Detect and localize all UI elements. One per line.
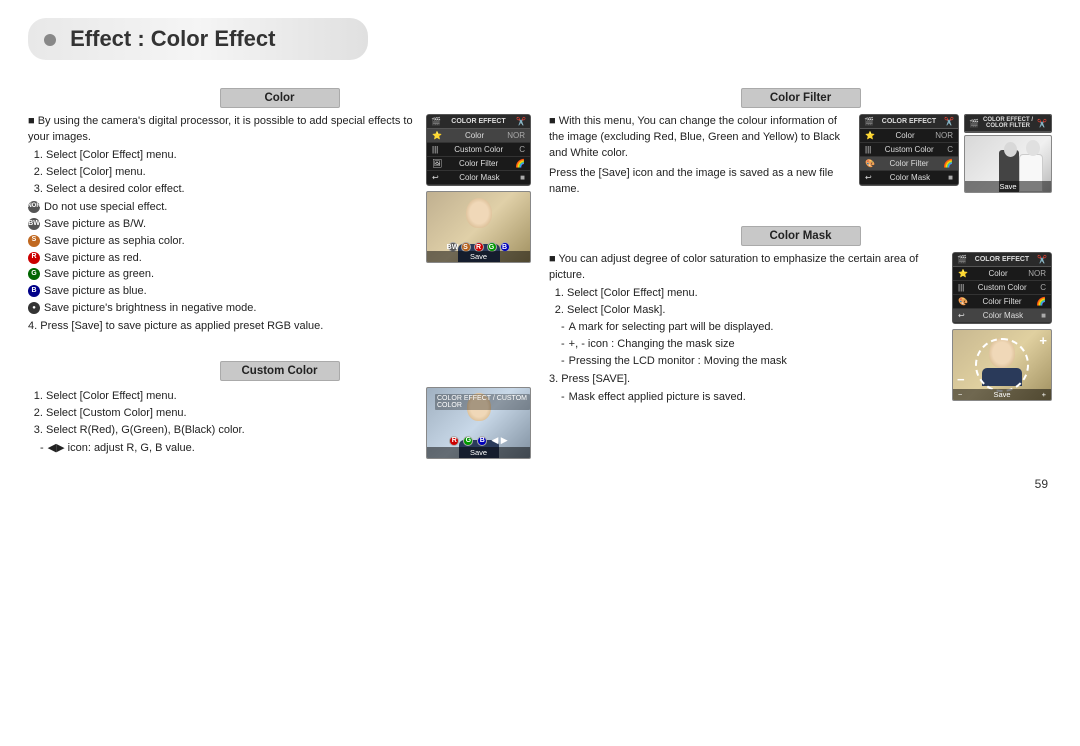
bw-badge-icon: BW — [28, 218, 40, 230]
cm-step3-dash-1: Mask effect applied picture is saved. — [561, 390, 944, 406]
color-filter-text: ■ With this menu, You can change the col… — [549, 114, 851, 200]
color-steps: Select [Color Effect] menu. Select [Colo… — [46, 148, 418, 198]
cm-menu-filter: 🎨Color Filter🌈 — [953, 295, 1051, 309]
cc-b-ctrl: B — [477, 436, 487, 446]
color-menu-row-color: ⭐ColorNOR — [427, 129, 530, 143]
neg-badge-icon: ● — [28, 302, 40, 314]
bullet-b: B Save picture as blue. — [28, 284, 418, 300]
color-step-1: Select [Color Effect] menu. — [46, 148, 418, 164]
color-menu-row-mask: ↩Color Mask■ — [427, 171, 530, 185]
color-menu-mockup: 🎬 COLOR EFFECT ✂️ ⭐ColorNOR |||Custom Co… — [426, 114, 531, 186]
cf-menu-custom: |||Custom ColorC — [860, 143, 958, 157]
bullet-bw: BW Save picture as B/W. — [28, 217, 418, 233]
cm-photo-bottom-bar: − Save + — [953, 389, 1051, 400]
cf-menu-color: ⭐ColorNOR — [860, 129, 958, 143]
nor-badge-icon: NOR — [28, 201, 40, 213]
cm-step3-dash: Mask effect applied picture is saved. — [561, 390, 944, 406]
cm-step-1: Select [Color Effect] menu. — [567, 286, 944, 302]
page-title: Effect : Color Effect — [28, 18, 1052, 74]
color-mask-header: Color Mask — [741, 226, 861, 246]
custom-step-1: Select [Color Effect] menu. — [46, 389, 418, 405]
custom-color-save-label: Save — [427, 447, 530, 458]
cf-menu-mask: ↩Color Mask■ — [860, 171, 958, 185]
cm-step-2: Select [Color Mask]. — [567, 303, 944, 319]
color-menu-header: 🎬 COLOR EFFECT ✂️ — [427, 115, 530, 129]
cm-menu-custom: |||Custom ColorC — [953, 281, 1051, 295]
custom-color-photo: COLOR EFFECT / CUSTOM COLOR R G B ◀ ▶ Sa… — [426, 387, 531, 459]
bullet-s: S Save picture as sephia color. — [28, 234, 418, 250]
color-mask-text: ■ You can adjust degree of color saturat… — [549, 252, 944, 407]
color-step4: 4. Press [Save] to save picture as appli… — [28, 319, 418, 335]
color-mask-menu1: 🎬 COLOR EFFECT ✂️ ⭐ColorNOR |||Custom Co… — [952, 252, 1052, 324]
cf-wedding-save: Save — [965, 181, 1051, 192]
mask-circle-icon — [975, 338, 1029, 392]
g-badge-icon: G — [28, 268, 40, 280]
cm-dash-3: Pressing the LCD monitor : Moving the ma… — [561, 354, 944, 370]
color-mask-steps: Select [Color Effect] menu. Select [Colo… — [567, 286, 944, 319]
r-badge-icon: R — [28, 252, 40, 264]
cm-dash-1: A mark for selecting part will be displa… — [561, 320, 944, 336]
color-photo-save: Save — [427, 251, 530, 262]
cm-menu-color: ⭐ColorNOR — [953, 267, 1051, 281]
color-step-2: Select [Color] menu. — [46, 165, 418, 181]
cm-dash-2: +, - icon : Changing the mask size — [561, 337, 944, 353]
bullet-nor: NOR Do not use special effect. — [28, 200, 418, 216]
cm-step3: 3. Press [SAVE]. — [549, 372, 944, 388]
custom-color-header: Custom Color — [220, 361, 340, 381]
cc-r-ctrl: R — [449, 436, 459, 446]
color-intro: ■ By using the camera's digital processo… — [28, 114, 418, 146]
custom-step-2: Select [Custom Color] menu. — [46, 406, 418, 422]
color-menu-row-filter: 🖼Color Filter🌈 — [427, 157, 530, 171]
custom-step-3: Select R(Red), G(Green), B(Black) color. — [46, 423, 418, 439]
mask-plus-icon: + — [1039, 334, 1047, 347]
s-badge-icon: S — [28, 235, 40, 247]
custom-color-steps: Select [Color Effect] menu. Select [Cust… — [46, 389, 418, 439]
color-filter-menu1: 🎬 COLOR EFFECT ✂️ ⭐ColorNOR |||Custom Co… — [859, 114, 959, 186]
cf-menu-filter: 🎨Color Filter🌈 — [860, 157, 958, 171]
custom-dash-1: ◀▶ icon: adjust R, G, B value. — [40, 441, 418, 457]
color-filter-menu2: 🎬 COLOR EFFECT / COLOR FILTER ✂️ — [964, 114, 1052, 133]
color-mask-photo: + − − Save + — [952, 329, 1052, 401]
color-filter-section: Color Filter ■ With this menu, You can c… — [549, 88, 1052, 200]
mask-minus-icon: − — [957, 373, 965, 386]
color-mask-intro: ■ You can adjust degree of color saturat… — [549, 252, 944, 284]
b-badge-icon: B — [28, 285, 40, 297]
cm-menu-mask: ↩Color Mask■ — [953, 309, 1051, 323]
color-filter-header: Color Filter — [741, 88, 861, 108]
bullet-g: G Save picture as green. — [28, 267, 418, 283]
color-step-3: Select a desired color effect. — [46, 182, 418, 198]
color-bullets: NOR Do not use special effect. BW Save p… — [28, 200, 418, 318]
color-mask-section: Color Mask ■ You can adjust degree of co… — [549, 226, 1052, 407]
cc-g-ctrl: G — [463, 436, 473, 446]
bullet-r: R Save picture as red. — [28, 251, 418, 267]
custom-color-section: Custom Color Select [Color Effect] menu.… — [28, 361, 531, 459]
color-section-header: Color — [220, 88, 340, 108]
custom-color-dash: ◀▶ icon: adjust R, G, B value. — [40, 441, 418, 457]
custom-color-text: Select [Color Effect] menu. Select [Cust… — [28, 387, 418, 458]
color-section-text: ■ By using the camera's digital processo… — [28, 114, 418, 337]
page-number: 59 — [28, 477, 1052, 491]
color-filter-save-note: Press the [Save] icon and the image is s… — [549, 166, 851, 198]
color-filter-wedding-photo: Save — [964, 135, 1052, 193]
color-mask-dash: A mark for selecting part will be displa… — [561, 320, 944, 370]
color-filter-intro: ■ With this menu, You can change the col… — [549, 114, 851, 162]
color-photo-mockup: BW S R G B Save — [426, 191, 531, 263]
bullet-neg: ● Save picture's brightness in negative … — [28, 301, 418, 317]
color-menu-row-custom: |||Custom ColorC — [427, 143, 530, 157]
color-section: Color ■ By using the camera's digital pr… — [28, 88, 531, 337]
